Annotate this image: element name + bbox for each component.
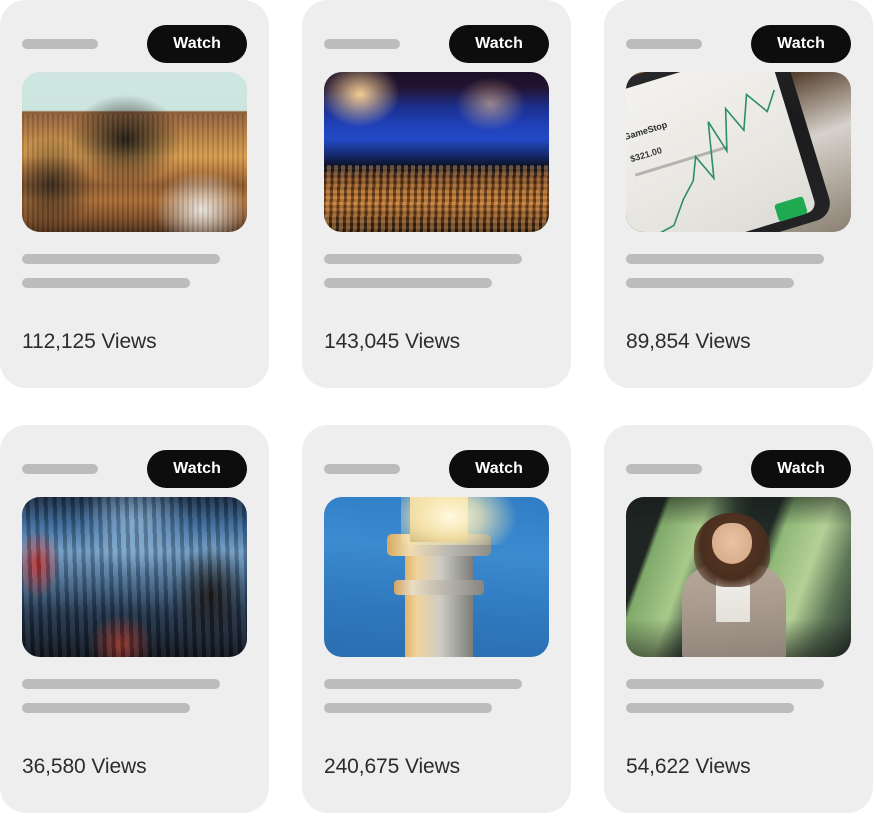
placeholder-line-1: [22, 254, 220, 264]
video-thumbnail[interactable]: GameStop $321.00: [626, 72, 851, 232]
portrait-face: [711, 522, 752, 565]
placeholder-line-2: [626, 703, 794, 713]
description-placeholder: [22, 254, 247, 288]
video-thumbnail[interactable]: [22, 72, 247, 232]
card-header: Watch: [0, 425, 269, 489]
title-placeholder-bar: [22, 464, 98, 474]
views-count: 54,622 Views: [626, 755, 751, 778]
placeholder-line-2: [324, 278, 492, 288]
card-header: Watch: [604, 425, 873, 489]
card-header: Watch: [302, 425, 571, 489]
stock-phone-photo: GameStop $321.00: [626, 72, 851, 232]
lighthouse-tower: [405, 541, 473, 657]
title-placeholder-bar: [324, 39, 400, 49]
concert-crowd-photo: [324, 72, 549, 232]
video-thumbnail[interactable]: [626, 497, 851, 657]
placeholder-line-1: [324, 679, 522, 689]
watch-button[interactable]: Watch: [449, 449, 549, 489]
portrait-photo: [626, 497, 851, 657]
watch-button[interactable]: Watch: [751, 24, 851, 64]
title-placeholder-bar: [324, 464, 400, 474]
watch-button[interactable]: Watch: [449, 24, 549, 64]
card-header: Watch: [0, 0, 269, 64]
placeholder-line-1: [626, 254, 824, 264]
watch-button[interactable]: Watch: [751, 449, 851, 489]
placeholder-line-2: [626, 278, 794, 288]
card-header: Watch: [302, 0, 571, 64]
video-thumbnail[interactable]: [324, 72, 549, 232]
video-card[interactable]: Watch 54,622 Views: [604, 425, 873, 813]
views-count: 36,580 Views: [22, 755, 147, 778]
card-header: Watch: [604, 0, 873, 64]
placeholder-line-1: [324, 254, 522, 264]
placeholder-line-1: [626, 679, 824, 689]
title-placeholder-bar: [22, 39, 98, 49]
video-card[interactable]: Watch 36,580 Views: [0, 425, 269, 813]
views-count: 112,125 Views: [22, 330, 157, 353]
placeholder-line-2: [324, 703, 492, 713]
description-placeholder: [324, 254, 549, 288]
description-placeholder: [626, 679, 851, 713]
title-placeholder-bar: [626, 39, 702, 49]
views-count: 89,854 Views: [626, 330, 751, 353]
description-placeholder: [626, 254, 851, 288]
stage-talk-photo: [22, 72, 247, 232]
lighthouse-base-ring: [393, 580, 484, 595]
placeholder-line-2: [22, 703, 190, 713]
description-placeholder: [22, 679, 247, 713]
video-card[interactable]: Watch 112,125 Views: [0, 0, 269, 388]
watch-button[interactable]: Watch: [147, 24, 247, 64]
video-card-grid: Watch 112,125 Views Watch 143,045 Views …: [0, 0, 876, 818]
description-placeholder: [324, 679, 549, 713]
title-placeholder-bar: [626, 464, 702, 474]
video-thumbnail[interactable]: [22, 497, 247, 657]
video-card[interactable]: Watch 143,045 Views: [302, 0, 571, 388]
lighthouse-photo: [324, 497, 549, 657]
video-card[interactable]: Watch GameStop $321.00 89,854 Views: [604, 0, 873, 388]
video-card[interactable]: Watch 240,675 Views: [302, 425, 571, 813]
lighthouse-light-glow: [400, 497, 518, 545]
audience-photo: [22, 497, 247, 657]
video-thumbnail[interactable]: [324, 497, 549, 657]
views-count: 143,045 Views: [324, 330, 461, 353]
placeholder-line-1: [22, 679, 220, 689]
watch-button[interactable]: Watch: [147, 449, 247, 489]
views-count: 240,675 Views: [324, 755, 461, 778]
placeholder-line-2: [22, 278, 190, 288]
